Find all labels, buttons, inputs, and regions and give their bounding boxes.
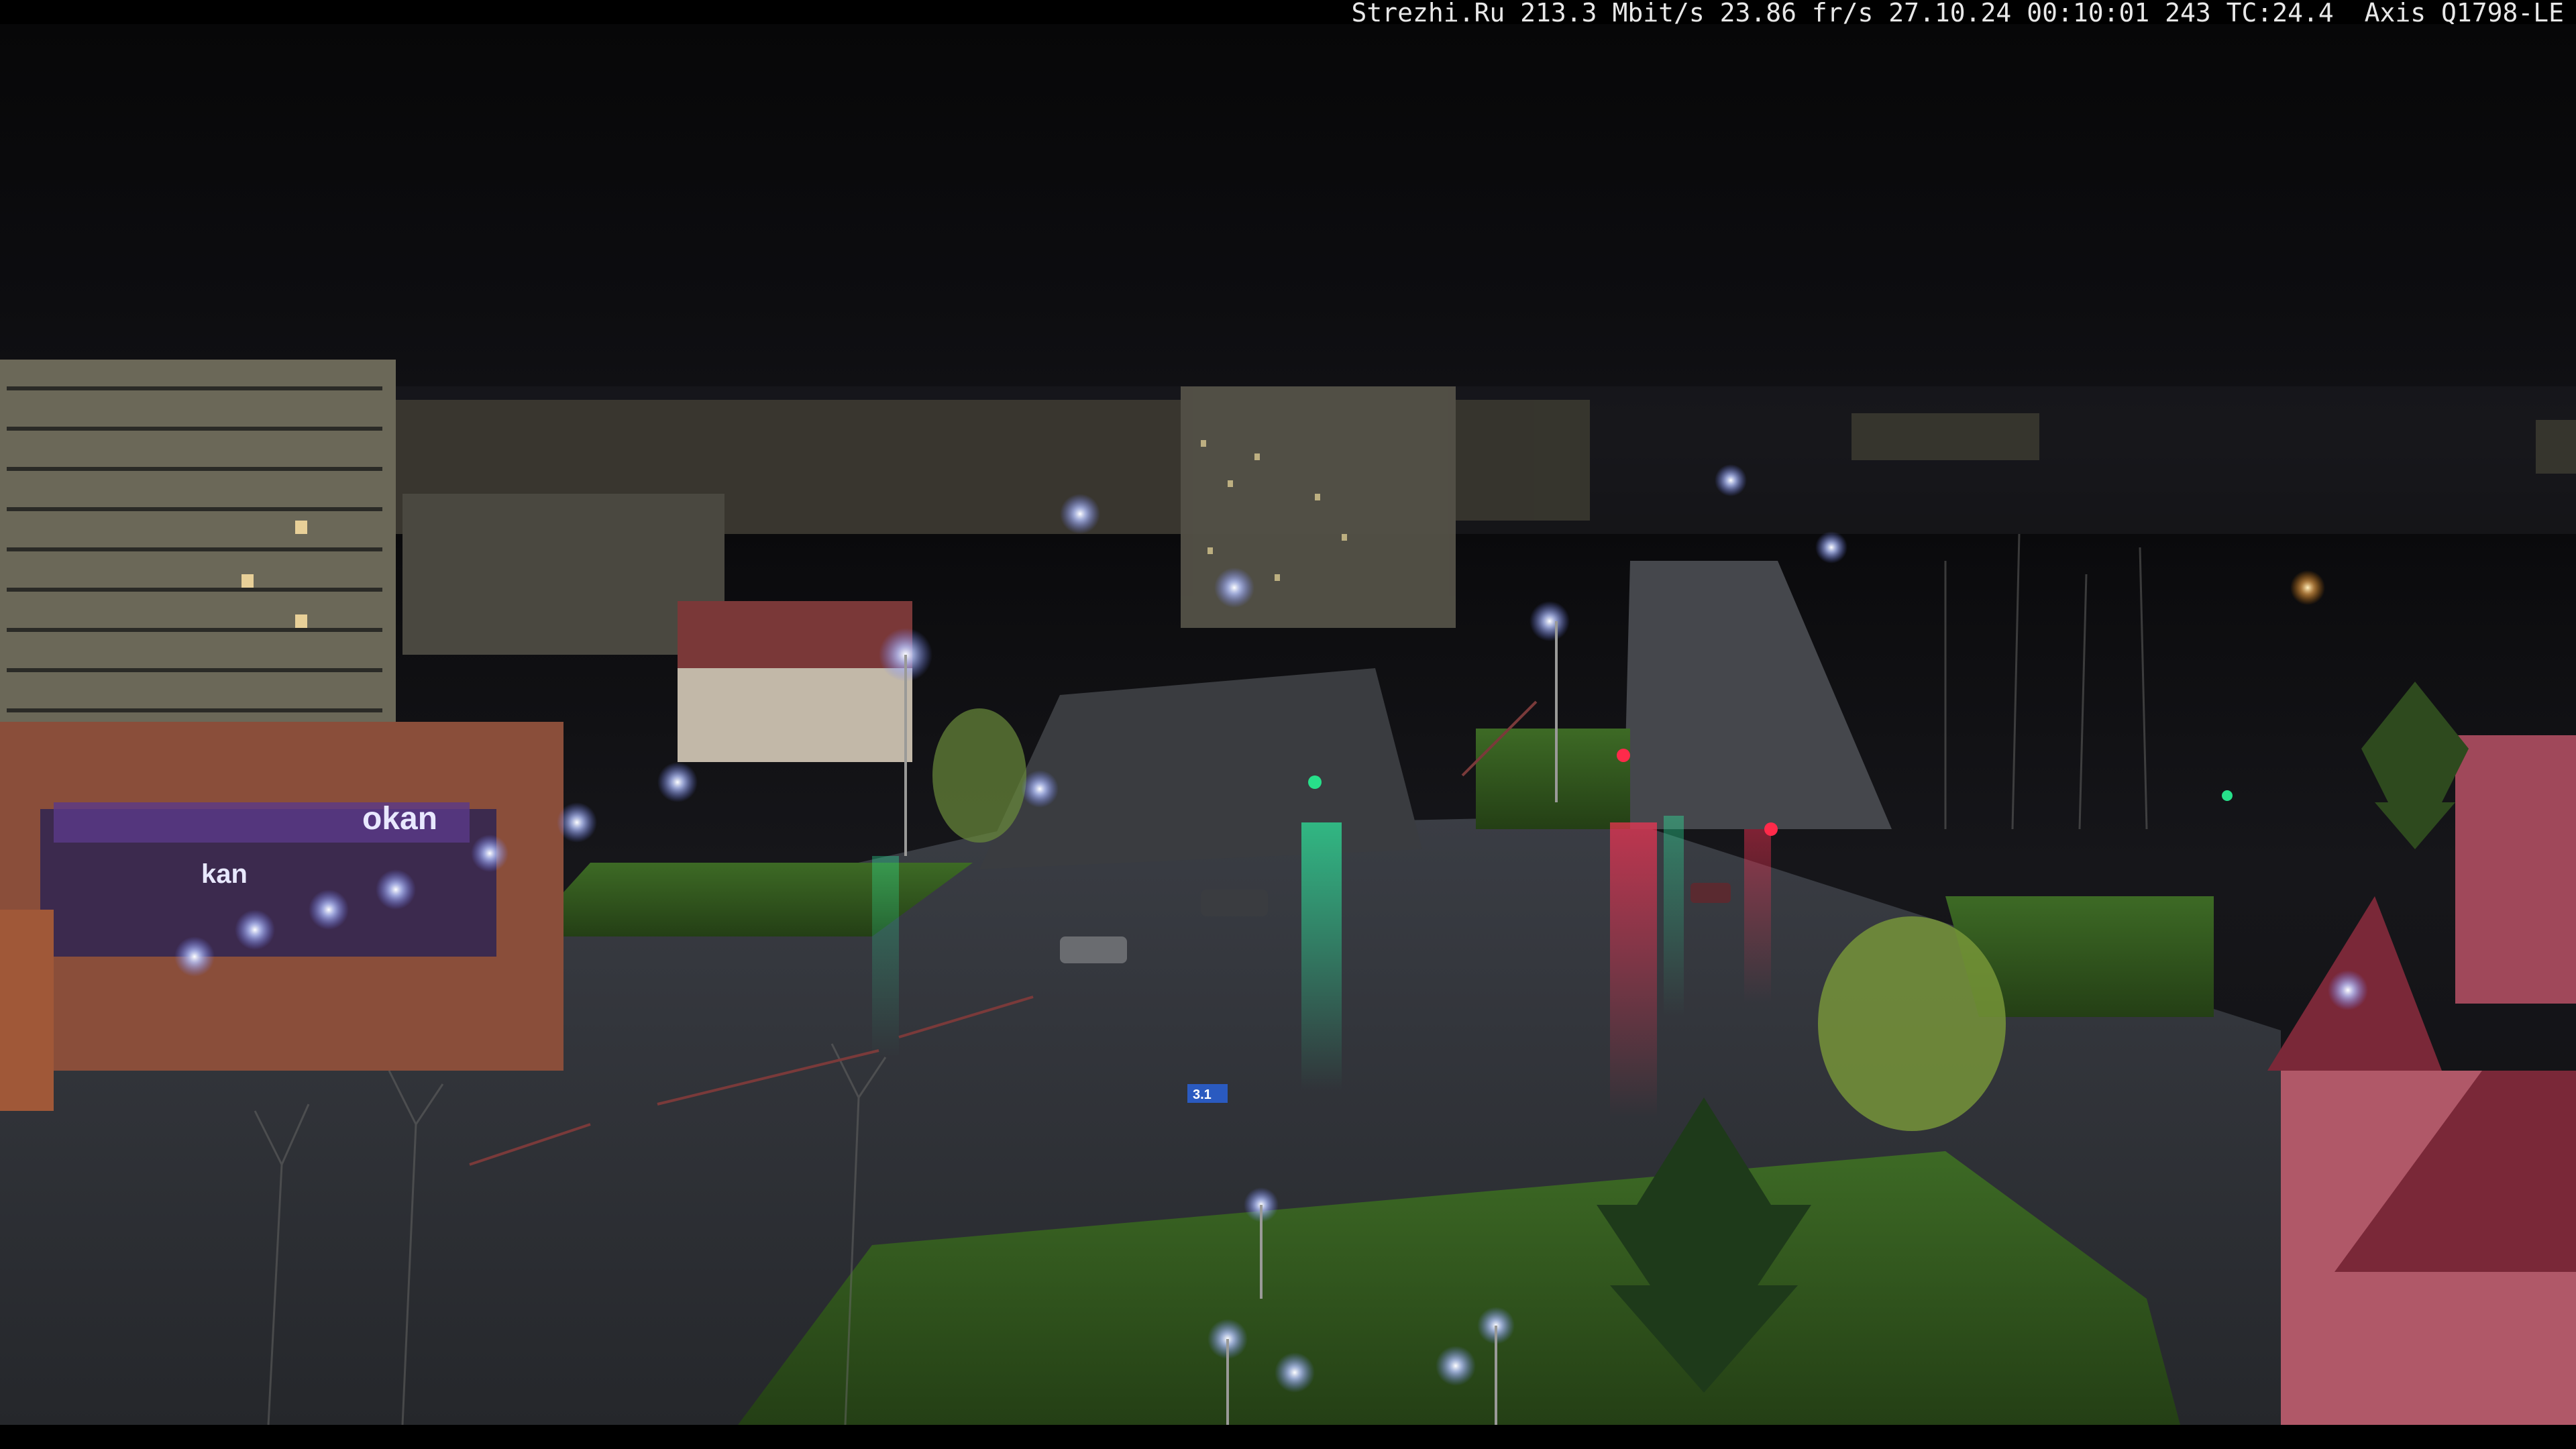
osd-frame-counter: 243 bbox=[2165, 0, 2211, 28]
red-light-reflection-2 bbox=[1744, 829, 1771, 1004]
green-reflection-left bbox=[872, 856, 899, 1057]
mid-left-building bbox=[402, 494, 724, 655]
red-roof-building bbox=[678, 601, 912, 668]
shopping-center bbox=[0, 722, 564, 1111]
road-sign-text: 3.1 bbox=[1193, 1087, 1212, 1102]
camera-osd-overlay: Strezhi.Ru 213.3 Mbit/s 23.86 fr/s 27.10… bbox=[1352, 0, 2565, 25]
osd-bitrate: 213.3 Mbit/s bbox=[1520, 0, 1705, 28]
far-square bbox=[979, 668, 1422, 869]
main-avenue bbox=[1623, 561, 1892, 829]
osd-date: 27.10.24 bbox=[1888, 0, 2012, 28]
grass-median bbox=[1476, 729, 1630, 829]
store-sign-main: okan bbox=[362, 801, 437, 837]
green-reflection-center bbox=[1664, 816, 1684, 1017]
bottom-letterbox bbox=[0, 1425, 2576, 1449]
city-scene-illustration: okan kan 3.1 bbox=[0, 360, 2576, 1425]
osd-temperature: TC:24.4 bbox=[2226, 0, 2334, 28]
osd-time: 00:10:01 bbox=[2027, 0, 2150, 28]
store-sign-secondary: kan bbox=[201, 859, 248, 889]
camera-frame: Strezhi.Ru 213.3 Mbit/s 23.86 fr/s 27.10… bbox=[0, 0, 2576, 1449]
red-light-reflection bbox=[1610, 822, 1657, 1118]
night-city-view: okan kan 3.1 bbox=[0, 24, 2576, 1425]
osd-site: Strezhi.Ru bbox=[1351, 0, 1505, 28]
osd-framerate: 23.86 fr/s bbox=[1719, 0, 1874, 28]
green-light-reflection bbox=[1301, 822, 1342, 1091]
osd-camera-model: Axis Q1798-LE bbox=[2364, 0, 2564, 28]
